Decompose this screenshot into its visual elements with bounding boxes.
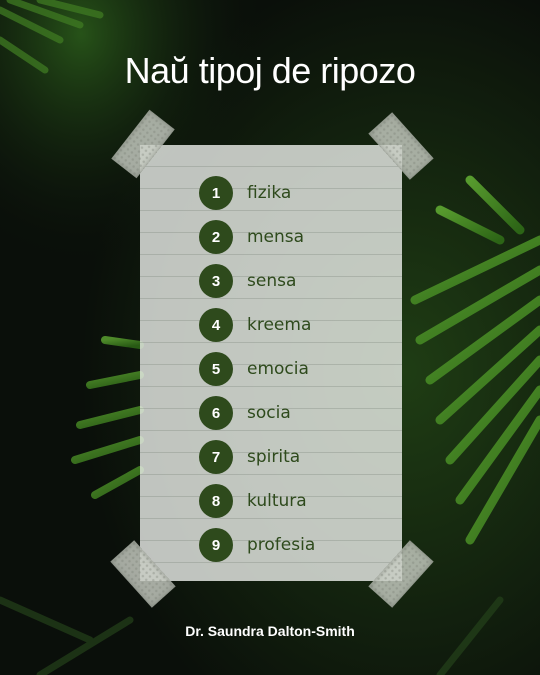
list-item: 4 kreema	[199, 303, 315, 347]
list-item: 8 kultura	[199, 479, 315, 523]
number-badge: 7	[199, 440, 233, 474]
number-badge: 1	[199, 176, 233, 210]
list-item-label: kreema	[247, 315, 312, 335]
number-badge: 3	[199, 264, 233, 298]
list-item-label: profesia	[247, 535, 316, 555]
list-item-label: emocia	[247, 359, 309, 379]
list-item: 3 sensa	[199, 259, 315, 303]
list-item: 9 profesia	[199, 523, 315, 567]
number-badge: 2	[199, 220, 233, 254]
page-title: Naŭ tipoj de ripozo	[124, 50, 416, 91]
list-item-label: fizika	[247, 183, 292, 203]
author-credit: Dr. Saundra Dalton-Smith	[185, 623, 355, 639]
number-badge: 5	[199, 352, 233, 386]
number-badge: 4	[199, 308, 233, 342]
list-item: 6 socia	[199, 391, 315, 435]
list-item: 2 mensa	[199, 215, 315, 259]
list-item-label: mensa	[247, 227, 305, 247]
number-badge: 9	[199, 528, 233, 562]
list-item: 1 fizika	[199, 171, 315, 215]
list-item-label: kultura	[247, 491, 307, 511]
list-item: 5 emocia	[199, 347, 315, 391]
rest-types-list: 1 fizika 2 mensa 3 sensa 4 kreema 5 emoc…	[199, 171, 315, 567]
number-badge: 8	[199, 484, 233, 518]
list-item-label: socia	[247, 403, 291, 423]
list-item-label: spirita	[247, 447, 301, 467]
list-item: 7 spirita	[199, 435, 315, 479]
list-item-label: sensa	[247, 271, 297, 291]
number-badge: 6	[199, 396, 233, 430]
